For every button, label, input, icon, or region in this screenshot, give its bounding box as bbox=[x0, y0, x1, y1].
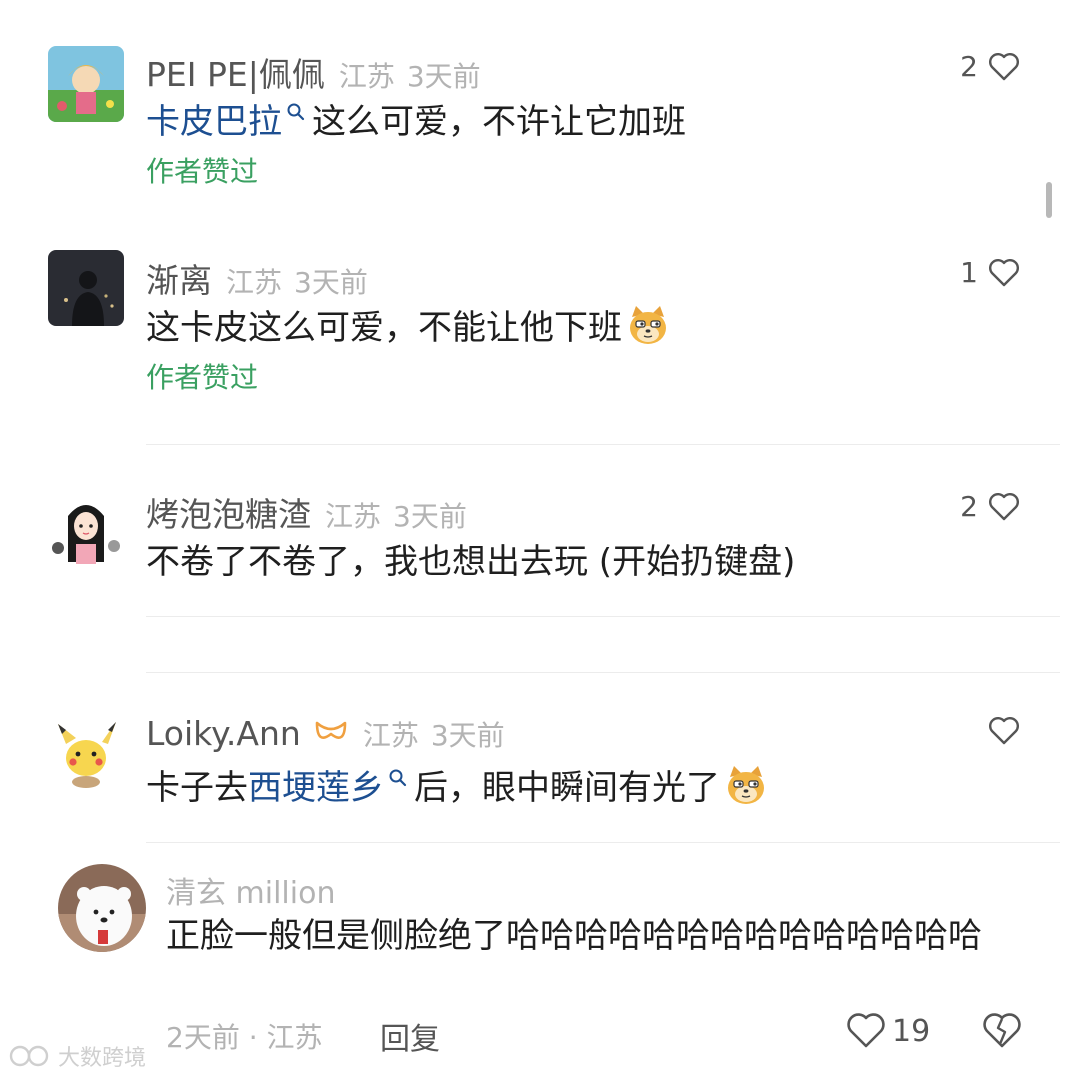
like-button[interactable]: 1 bbox=[960, 256, 1020, 289]
like-count: 2 bbox=[960, 50, 978, 83]
comment-body: 这么可爱，不许让它加班 bbox=[312, 102, 686, 142]
username[interactable]: PEI PE|佩佩 bbox=[146, 48, 325, 96]
timestamp: 3天前 bbox=[430, 719, 505, 752]
comment-text: 不卷了不卷了，我也想出去玩 (开始扔键盘) bbox=[146, 534, 795, 583]
author-liked-badge: 作者赞过 bbox=[146, 155, 259, 188]
divider bbox=[146, 672, 1060, 673]
like-button[interactable] bbox=[978, 716, 1020, 746]
username[interactable]: 烤泡泡糖渣 bbox=[146, 488, 311, 536]
avatar[interactable] bbox=[46, 488, 126, 568]
like-count: 19 bbox=[892, 1013, 931, 1049]
username[interactable]: 渐离 bbox=[146, 254, 212, 302]
avatar[interactable] bbox=[46, 714, 126, 794]
doge-emoji bbox=[728, 765, 764, 804]
avatar[interactable] bbox=[48, 250, 124, 326]
heart-icon bbox=[989, 52, 1019, 80]
comment-text: 卡皮巴拉 这么可爱，不许让它加班 bbox=[146, 94, 686, 143]
avatar[interactable] bbox=[48, 46, 124, 122]
search-icon bbox=[287, 103, 305, 120]
timestamp: 3天前 bbox=[294, 266, 368, 299]
timestamp: 3天前 bbox=[393, 500, 467, 533]
timestamp: 2天前 bbox=[166, 1021, 240, 1054]
heart-icon bbox=[989, 258, 1019, 286]
watermark-logo-icon bbox=[9, 1045, 49, 1067]
location: 江苏 bbox=[362, 719, 419, 752]
like-count: 1 bbox=[960, 256, 978, 289]
meta-separator: · bbox=[248, 1021, 258, 1054]
reply-username[interactable]: 清玄 million bbox=[166, 868, 335, 912]
divider bbox=[146, 444, 1060, 445]
dislike-button[interactable] bbox=[982, 1012, 1022, 1054]
heart-icon bbox=[847, 1013, 885, 1048]
reply-button[interactable]: 回复 bbox=[380, 1014, 440, 1058]
location: 江苏 bbox=[226, 266, 283, 299]
search-icon bbox=[389, 769, 407, 786]
author-liked-badge: 作者赞过 bbox=[146, 361, 259, 394]
username[interactable]: Loiky.Ann bbox=[146, 714, 301, 753]
vip-badge-icon bbox=[315, 721, 347, 739]
heart-icon bbox=[989, 492, 1019, 520]
heart-icon bbox=[989, 717, 1019, 745]
comment-text: 卡子去 西埂莲乡 后，眼中瞬间有光了 bbox=[146, 760, 768, 809]
comment-text: 这卡皮这么可爱，不能让他下班 bbox=[146, 300, 670, 349]
location: 江苏 bbox=[338, 60, 395, 93]
doge-emoji bbox=[630, 305, 666, 344]
comment-body-post: 后，眼中瞬间有光了 bbox=[414, 768, 720, 808]
divider bbox=[146, 842, 1060, 843]
watermark: 大数跨境 bbox=[8, 1040, 146, 1072]
like-button[interactable]: 2 bbox=[960, 490, 1020, 523]
location: 江苏 bbox=[325, 500, 382, 533]
reply-meta: 2天前 · 江苏 bbox=[166, 1016, 323, 1056]
comment-body: 不卷了不卷了，我也想出去玩 (开始扔键盘) bbox=[146, 542, 796, 582]
topic-link[interactable]: 西埂莲乡 bbox=[248, 760, 384, 809]
topic-link[interactable]: 卡皮巴拉 bbox=[146, 94, 282, 143]
timestamp: 3天前 bbox=[406, 60, 481, 93]
broken-heart-icon bbox=[983, 1013, 1021, 1048]
scrollbar-thumb[interactable] bbox=[1046, 182, 1052, 218]
divider bbox=[146, 616, 1060, 617]
avatar[interactable] bbox=[58, 864, 146, 952]
like-button[interactable]: 19 bbox=[846, 1012, 930, 1050]
location: 江苏 bbox=[266, 1021, 323, 1054]
like-count: 2 bbox=[960, 490, 978, 523]
reply-text: 正脸一般但是侧脸绝了哈哈哈哈哈哈哈哈哈哈哈哈哈哈 bbox=[166, 916, 982, 956]
comment-body: 这卡皮这么可爱，不能让他下班 bbox=[146, 308, 622, 348]
like-button[interactable]: 2 bbox=[960, 50, 1020, 83]
watermark-text: 大数跨境 bbox=[58, 1046, 147, 1071]
comment-body-pre: 卡子去 bbox=[146, 768, 248, 808]
